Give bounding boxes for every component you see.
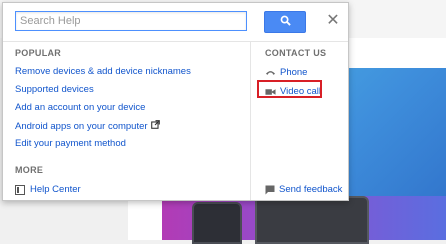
popular-heading: POPULAR: [15, 48, 62, 58]
send-feedback-link[interactable]: Send feedback: [265, 184, 342, 195]
popular-link-label: Edit your payment method: [15, 138, 126, 149]
search-row: ✕: [3, 3, 348, 42]
contact-section: CONTACT US Phone Video call Send feedbac…: [250, 41, 349, 200]
device-phone-image: [192, 202, 242, 244]
popular-link-label: Add an account on your device: [15, 102, 146, 113]
close-button[interactable]: ✕: [325, 13, 341, 29]
send-feedback-label: Send feedback: [279, 184, 343, 195]
popular-link-label: Supported devices: [15, 84, 94, 95]
phone-link[interactable]: Phone: [265, 67, 307, 78]
help-popup: ✕ POPULAR Remove devices & add device ni…: [2, 2, 349, 201]
popular-link[interactable]: Supported devices: [15, 84, 94, 95]
feedback-icon: [265, 185, 275, 195]
help-center-label: Help Center: [30, 184, 81, 195]
contact-heading: CONTACT US: [265, 48, 327, 58]
video-call-highlight: [257, 80, 322, 98]
search-button[interactable]: [264, 11, 306, 33]
help-center-icon: [15, 184, 25, 195]
search-input[interactable]: [15, 11, 247, 31]
phone-label: Phone: [280, 67, 308, 78]
device-tablet-image: [255, 196, 369, 244]
popular-link[interactable]: Remove devices & add device nicknames: [15, 66, 191, 77]
popular-link[interactable]: Add an account on your device: [15, 102, 145, 113]
popular-link-label: Remove devices & add device nicknames: [15, 66, 191, 77]
popular-link[interactable]: Edit your payment method: [15, 138, 126, 149]
help-center-link[interactable]: Help Center: [15, 184, 81, 195]
background-white-strip: [345, 38, 446, 69]
more-heading: MORE: [15, 165, 44, 175]
search-icon: [280, 13, 291, 31]
popular-link[interactable]: Android apps on your computer: [15, 120, 160, 132]
close-icon: ✕: [326, 12, 340, 29]
popular-link-label: Android apps on your computer: [15, 120, 148, 132]
popular-section: POPULAR Remove devices & add device nick…: [3, 41, 250, 200]
external-link-icon: [150, 120, 160, 132]
phone-icon: [265, 69, 276, 76]
